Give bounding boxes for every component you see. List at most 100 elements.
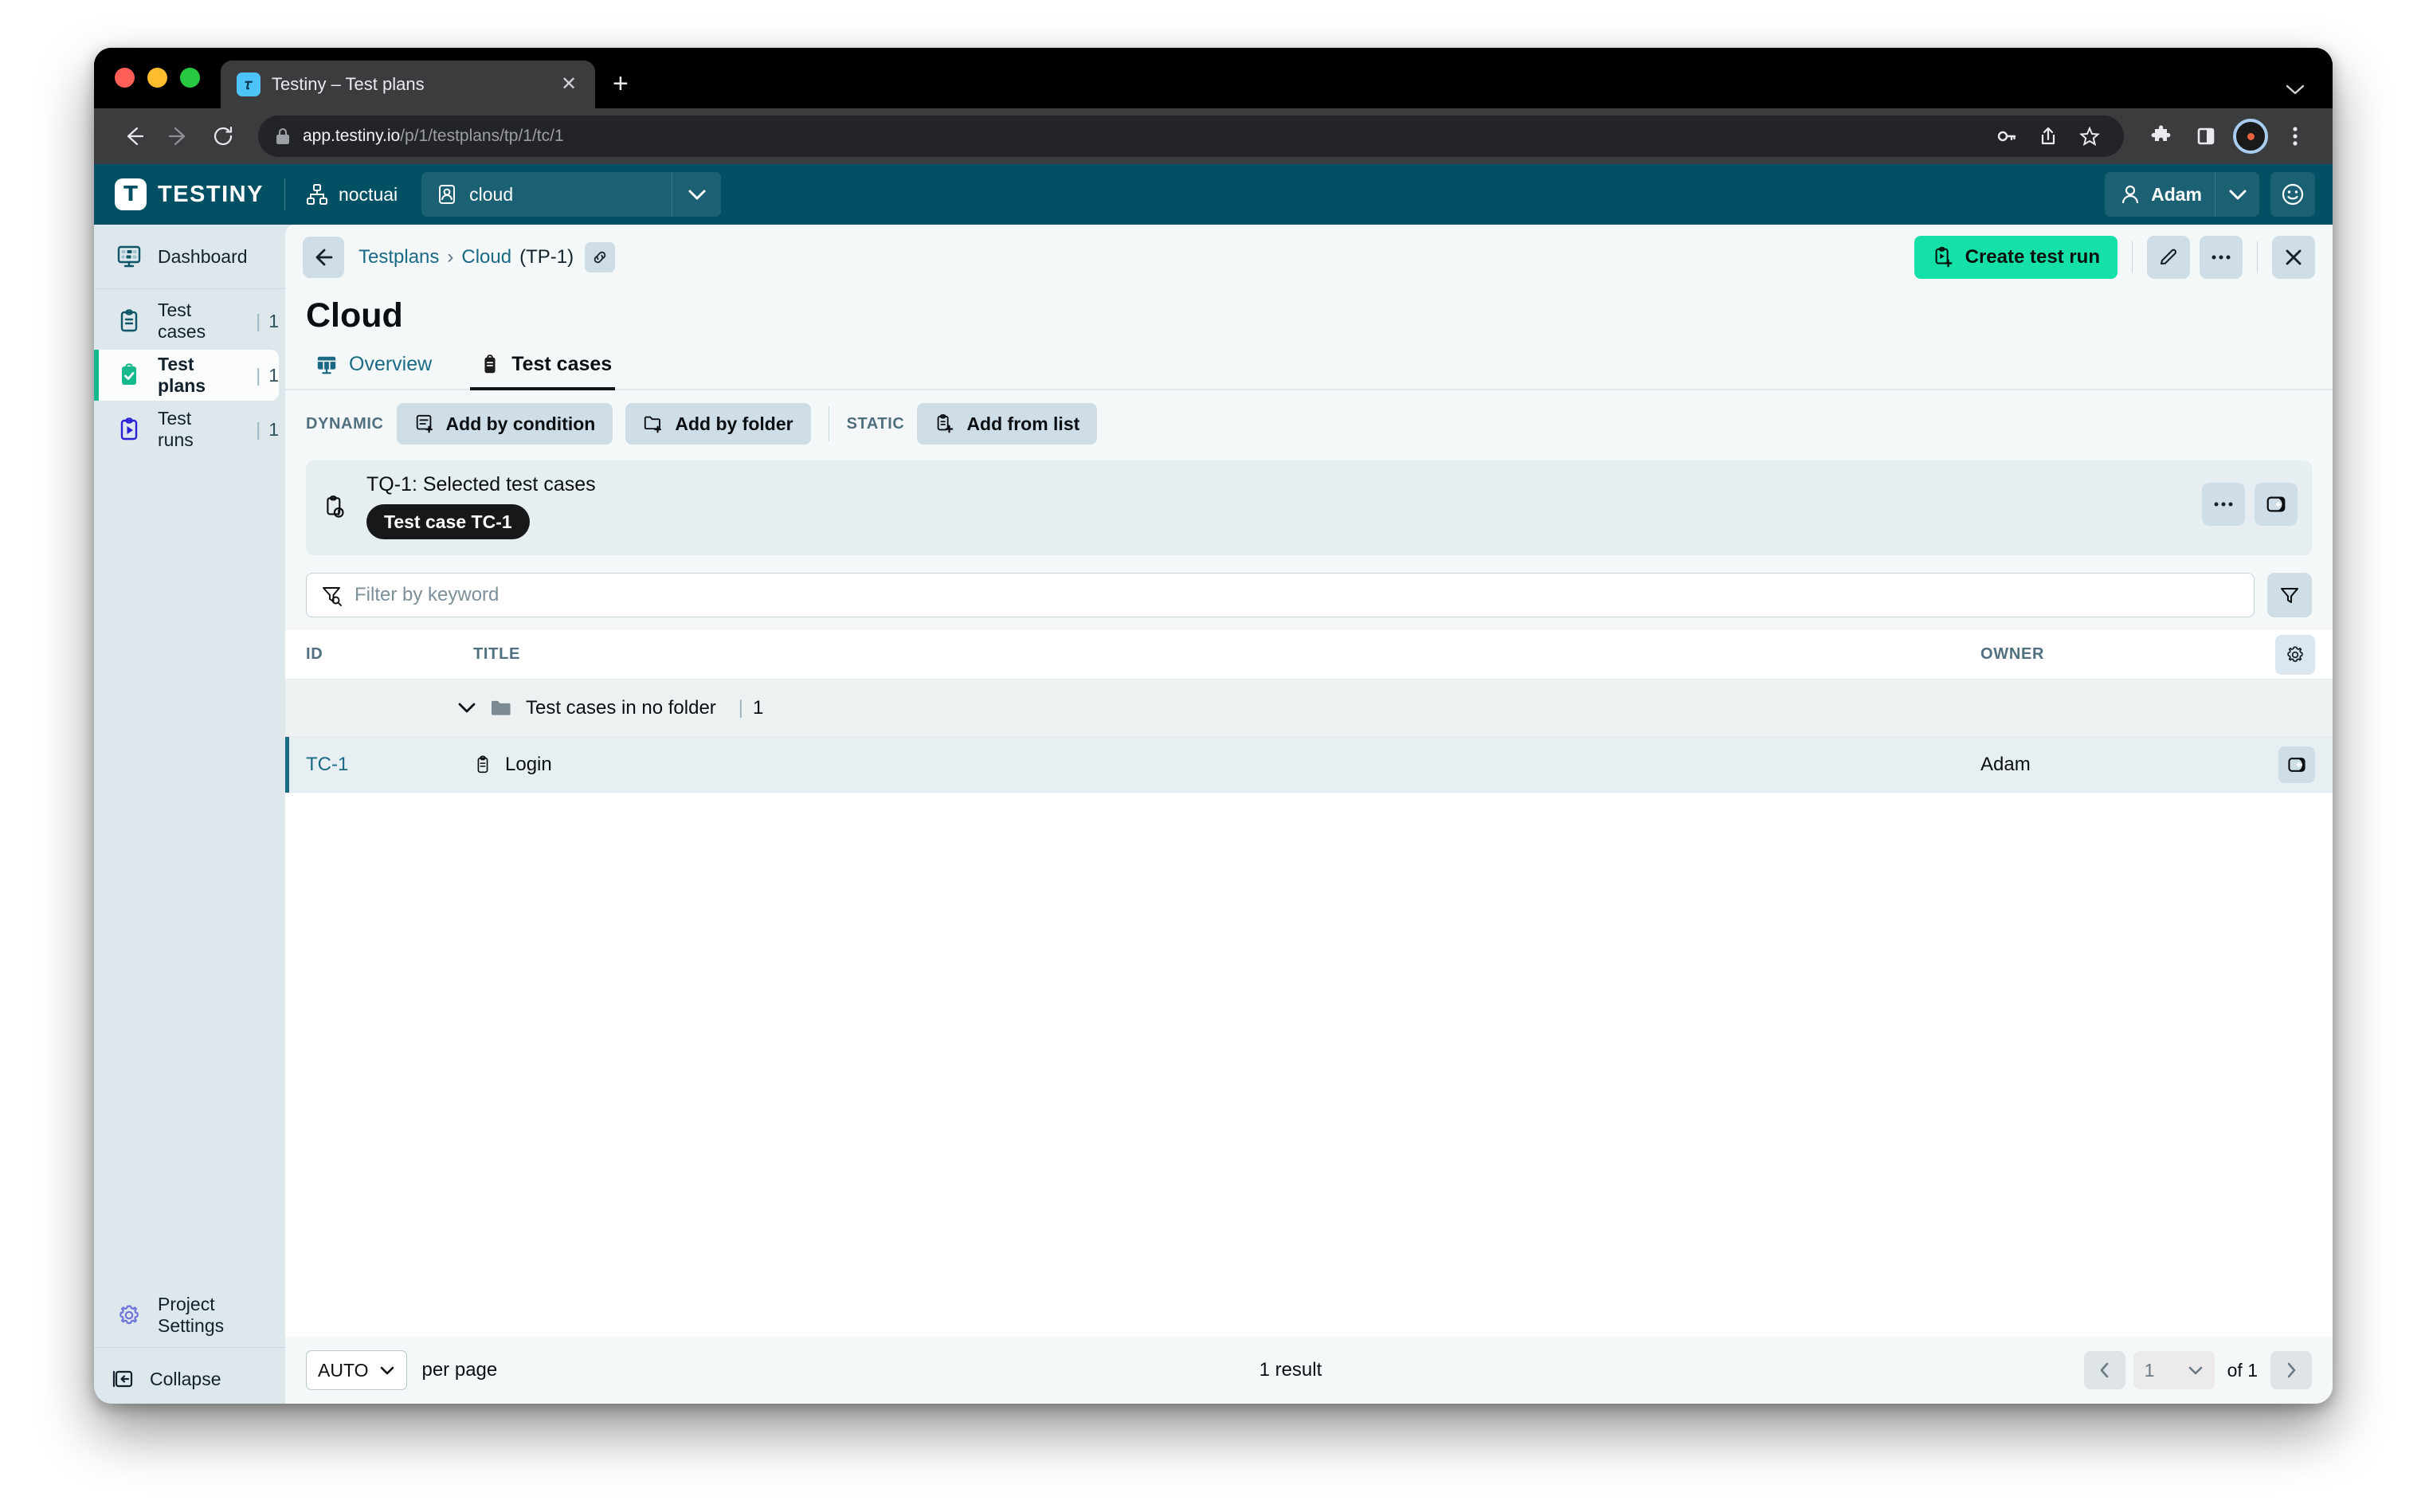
more-horizontal-icon[interactable] xyxy=(2202,483,2245,526)
tab-overview[interactable]: Overview xyxy=(306,353,452,389)
row-actions xyxy=(2251,746,2315,783)
sidebar-collapse-button[interactable]: Collapse xyxy=(94,1354,285,1404)
testiny-logo[interactable]: T TESTINY xyxy=(115,178,264,210)
desktop-backdrop: 𝜏 Testiny – Test plans ✕ + xyxy=(0,0,2425,1512)
organization-icon xyxy=(306,183,328,206)
add-by-folder-button[interactable]: Add by folder xyxy=(625,403,810,445)
address-bar[interactable]: app.testiny.io/p/1/testplans/tp/1/tc/1 xyxy=(258,116,2124,157)
browser-toolbar: app.testiny.io/p/1/testplans/tp/1/tc/1 xyxy=(94,108,2333,164)
previous-page-button[interactable] xyxy=(2084,1351,2125,1389)
folder-add-icon xyxy=(643,413,664,434)
header-divider xyxy=(284,178,285,210)
open-detail-panel-icon[interactable] xyxy=(2255,483,2298,526)
create-test-run-button[interactable]: Create test run xyxy=(1914,236,2117,279)
share-icon[interactable] xyxy=(2030,118,2067,155)
chevron-down-icon xyxy=(2188,1365,2204,1376)
chevron-down-icon[interactable] xyxy=(2215,172,2259,217)
close-icon[interactable] xyxy=(2272,236,2315,279)
project-icon xyxy=(436,183,458,206)
table-header: ID TITLE OWNER xyxy=(285,630,2333,680)
user-menu[interactable]: Adam xyxy=(2105,172,2259,217)
search-input-placeholder: Filter by keyword xyxy=(355,584,499,606)
sidebar-item-test-plans[interactable]: Test plans |1 xyxy=(94,350,279,401)
test-case-chip[interactable]: Test case TC-1 xyxy=(366,504,530,539)
chevron-down-icon[interactable] xyxy=(672,172,721,217)
edit-pencil-icon[interactable] xyxy=(2147,236,2190,279)
url-path: /p/1/testplans/tp/1/tc/1 xyxy=(400,127,563,145)
page-select[interactable]: 1 xyxy=(2133,1351,2215,1389)
table-settings-gear-icon[interactable] xyxy=(2275,635,2315,675)
table-footer: AUTO per page 1 result 1 xyxy=(285,1337,2333,1404)
search-input[interactable]: Filter by keyword xyxy=(306,573,2255,617)
new-tab-button[interactable]: + xyxy=(613,70,629,97)
gear-icon xyxy=(116,1302,142,1328)
key-icon[interactable] xyxy=(1988,118,2025,155)
reload-icon[interactable] xyxy=(201,114,245,159)
test-query-title: TQ-1: Selected test cases xyxy=(366,473,596,496)
add-by-condition-button[interactable]: Add by condition xyxy=(397,403,613,445)
back-icon[interactable] xyxy=(112,114,156,159)
organization-selector[interactable]: noctuai xyxy=(306,183,398,206)
browser-tab[interactable]: 𝜏 Testiny – Test plans ✕ xyxy=(221,61,595,108)
collapse-panel-icon xyxy=(112,1368,135,1390)
add-from-list-button[interactable]: Add from list xyxy=(917,403,1097,445)
per-page-select[interactable]: AUTO xyxy=(306,1350,407,1390)
sidebar-divider xyxy=(94,288,285,289)
app-body: Dashboard Test cases |1 xyxy=(94,225,2333,1404)
feedback-smiley-icon[interactable] xyxy=(2270,172,2315,217)
breadcrumb-current[interactable]: Cloud xyxy=(461,246,511,268)
sidebar-item-count: |1 xyxy=(248,419,279,441)
static-label: STATIC xyxy=(847,415,905,433)
forward-icon[interactable] xyxy=(156,114,201,159)
breadcrumb-id: (TP-1) xyxy=(519,246,574,268)
column-header-id: ID xyxy=(306,645,473,664)
clipboard-icon xyxy=(116,308,142,334)
browser-window: 𝜏 Testiny – Test plans ✕ + xyxy=(94,48,2333,1404)
table-group-row[interactable]: Test cases in no folder |1 xyxy=(285,680,2333,737)
dashboard-icon xyxy=(116,244,142,269)
project-selector[interactable]: cloud xyxy=(421,172,721,217)
side-panel-icon[interactable] xyxy=(2186,116,2226,156)
browser-menu-icon[interactable] xyxy=(2275,116,2315,156)
clipboard-check-icon xyxy=(116,362,142,388)
sidebar-item-test-cases[interactable]: Test cases |1 xyxy=(94,296,279,347)
table-empty-space xyxy=(285,793,2333,1337)
row-id[interactable]: TC-1 xyxy=(306,754,473,776)
minimize-window-button[interactable] xyxy=(147,68,167,88)
more-horizontal-icon[interactable] xyxy=(2200,236,2243,279)
chevron-down-icon[interactable] xyxy=(457,702,476,714)
lock-icon xyxy=(274,127,292,146)
close-window-button[interactable] xyxy=(115,68,135,88)
bookmark-star-icon[interactable] xyxy=(2071,118,2108,155)
sidebar-item-count: |1 xyxy=(248,365,279,386)
sidebar-item-test-runs[interactable]: Test runs |1 xyxy=(94,404,279,455)
back-button[interactable] xyxy=(303,237,344,278)
action-divider xyxy=(2257,241,2258,273)
tab-list-chevron-icon[interactable] xyxy=(2285,83,2306,96)
clipboard-icon xyxy=(473,754,492,775)
breadcrumb-testplans[interactable]: Testplans xyxy=(358,246,439,268)
clipboard-play-icon xyxy=(116,417,142,442)
close-tab-icon[interactable]: ✕ xyxy=(557,75,581,94)
tab-test-cases[interactable]: Test cases xyxy=(470,353,633,389)
main-content: Testplans › Cloud (TP-1) xyxy=(285,225,2333,1404)
test-query-actions xyxy=(2202,483,2298,526)
add-from-list-label: Add from list xyxy=(966,413,1079,435)
sidebar-item-project-settings[interactable]: Project Settings xyxy=(94,1290,279,1341)
filter-icon[interactable] xyxy=(2267,573,2312,617)
sidebar-item-label: Test cases xyxy=(158,300,232,343)
table-row[interactable]: TC-1 Login Adam xyxy=(285,737,2333,793)
sidebar-item-label: Test runs xyxy=(158,408,232,451)
add-by-condition-label: Add by condition xyxy=(446,413,596,435)
user-name: Adam xyxy=(2151,184,2202,206)
maximize-window-button[interactable] xyxy=(180,68,200,88)
sidebar-item-dashboard[interactable]: Dashboard xyxy=(94,231,279,282)
open-detail-panel-icon[interactable] xyxy=(2278,746,2315,783)
sidebar-item-count: |1 xyxy=(248,311,279,332)
filter-search-icon xyxy=(321,584,343,606)
profile-avatar-icon[interactable] xyxy=(2231,116,2270,156)
copy-link-icon[interactable] xyxy=(585,242,615,272)
window-controls[interactable] xyxy=(115,68,200,108)
extensions-puzzle-icon[interactable] xyxy=(2141,116,2181,156)
next-page-button[interactable] xyxy=(2270,1351,2312,1389)
